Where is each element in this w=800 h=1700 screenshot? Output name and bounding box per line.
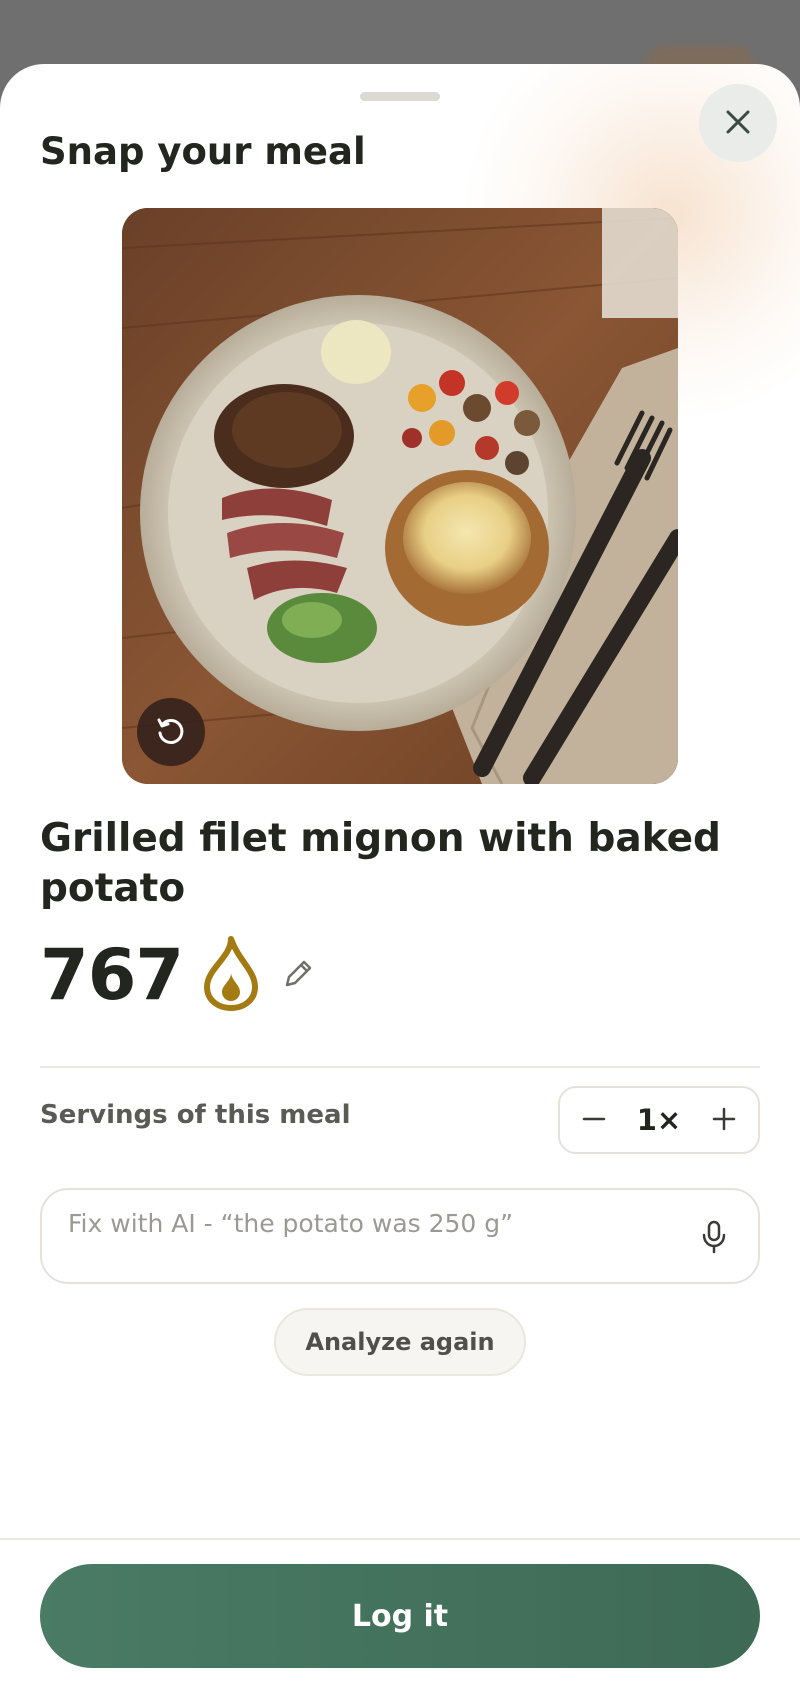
servings-increment-button[interactable] bbox=[704, 1100, 744, 1140]
servings-stepper: 1× bbox=[558, 1086, 760, 1154]
rotate-ccw-icon bbox=[154, 714, 188, 751]
close-button[interactable] bbox=[699, 84, 777, 162]
footer-divider bbox=[0, 1538, 800, 1540]
plus-icon bbox=[712, 1107, 736, 1134]
fix-with-ai-field bbox=[40, 1188, 760, 1284]
edit-calories-button[interactable] bbox=[281, 957, 315, 994]
calories-row: 767 bbox=[40, 930, 315, 1020]
servings-label: Servings of this meal bbox=[40, 1100, 351, 1130]
meal-name: Grilled filet mignon with baked potato bbox=[40, 816, 721, 911]
close-icon bbox=[725, 109, 751, 138]
servings-value: 1× bbox=[636, 1103, 682, 1137]
sheet-drag-handle[interactable] bbox=[360, 92, 440, 101]
pencil-icon bbox=[281, 960, 315, 994]
section-divider bbox=[40, 1066, 760, 1068]
voice-input-button[interactable] bbox=[694, 1218, 734, 1258]
microphone-icon bbox=[701, 1220, 727, 1257]
fix-with-ai-input[interactable] bbox=[68, 1190, 668, 1282]
calories-value: 767 bbox=[40, 934, 184, 1016]
log-it-button[interactable]: Log it bbox=[40, 1564, 760, 1668]
meal-photo bbox=[122, 208, 678, 784]
analyze-again-button[interactable]: Analyze again bbox=[274, 1308, 526, 1376]
retake-photo-button[interactable] bbox=[137, 698, 205, 766]
snap-meal-sheet: Snap your meal Grilled filet mignon with… bbox=[0, 64, 800, 1700]
minus-icon bbox=[582, 1107, 606, 1134]
flame-icon bbox=[201, 935, 261, 1015]
servings-decrement-button[interactable] bbox=[574, 1100, 614, 1140]
sheet-title: Snap your meal bbox=[40, 130, 366, 173]
